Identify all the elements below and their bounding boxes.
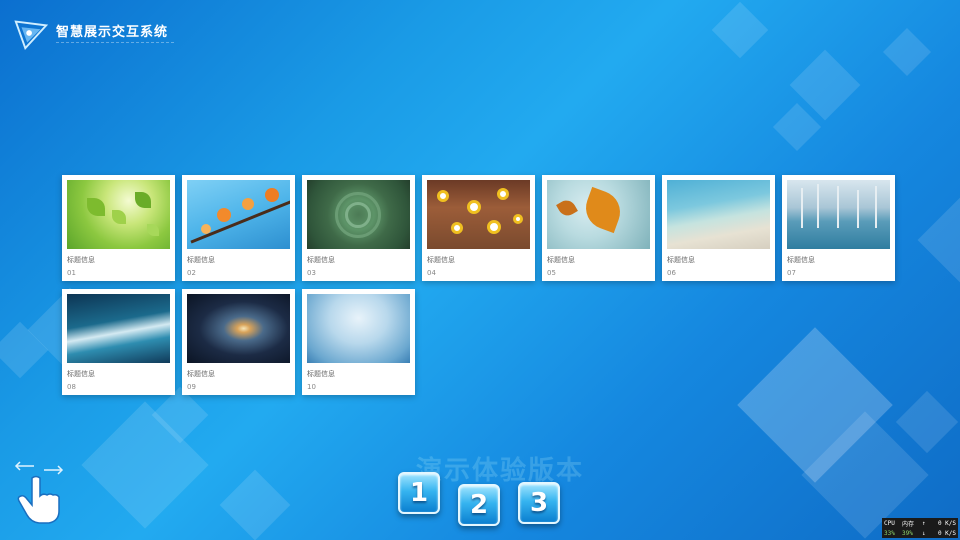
- card-number: 08: [67, 383, 76, 391]
- memory-label: 内存: [902, 520, 915, 528]
- bg-decoration: [711, 1, 769, 59]
- card-number: 01: [67, 269, 76, 277]
- thumbnail-image: [667, 180, 770, 249]
- page-button-3[interactable]: 3: [518, 482, 560, 524]
- card-number: 04: [427, 269, 436, 277]
- card-title: 标题信息: [787, 256, 815, 264]
- cpu-label: CPU: [884, 519, 895, 527]
- thumbnail-image: [307, 180, 410, 249]
- thumbnail-image: [427, 180, 530, 249]
- card-title: 标题信息: [187, 256, 215, 264]
- thumbnail-image: [67, 294, 170, 363]
- page-button-1[interactable]: 1: [398, 472, 440, 514]
- card-title: 标题信息: [67, 256, 95, 264]
- thumbnail-image: [187, 294, 290, 363]
- gallery-card-09[interactable]: 标题信息 09: [182, 289, 295, 395]
- card-number: 07: [787, 269, 796, 277]
- thumbnail-image: [307, 294, 410, 363]
- card-number: 06: [667, 269, 676, 277]
- card-title: 标题信息: [547, 256, 575, 264]
- bg-decoration: [882, 27, 932, 77]
- page-selector: 1 2 3: [398, 472, 560, 526]
- gallery-card-06[interactable]: 标题信息 06: [662, 175, 775, 281]
- gallery-card-01[interactable]: 标题信息 01: [62, 175, 175, 281]
- card-number: 10: [307, 383, 316, 391]
- memory-value: 39%: [902, 529, 913, 537]
- card-title: 标题信息: [307, 256, 335, 264]
- thumbnail-image: [787, 180, 890, 249]
- thumbnail-image: [547, 180, 650, 249]
- gallery-card-02[interactable]: 标题信息 02: [182, 175, 295, 281]
- card-title: 标题信息: [307, 370, 335, 378]
- gallery-card-03[interactable]: 标题信息 03: [302, 175, 415, 281]
- bg-decoration: [895, 390, 959, 454]
- swipe-hand-icon: [14, 461, 64, 524]
- gallery-card-07[interactable]: 标题信息 07: [782, 175, 895, 281]
- bg-decoration: [917, 197, 960, 283]
- upload-speed: 0 K/S: [937, 519, 956, 527]
- download-arrow-icon: ↓: [922, 529, 926, 537]
- cpu-value: 33%: [884, 529, 895, 537]
- image-gallery: 标题信息 01 标题信息 02 标题信息 03 标题信息 04 标题信息 05 …: [62, 175, 902, 395]
- card-title: 标题信息: [427, 256, 455, 264]
- card-number: 05: [547, 269, 556, 277]
- app-title: 智慧展示交互系统: [56, 24, 169, 40]
- download-speed: 0 K/S: [937, 529, 956, 537]
- app-subtitle-decoration: [56, 41, 174, 46]
- card-title: 标题信息: [187, 370, 215, 378]
- system-monitor: CPU 内存 ↑ 0 K/S 33% 39% ↓ 0 K/S: [882, 518, 958, 538]
- thumbnail-image: [67, 180, 170, 249]
- gallery-card-04[interactable]: 标题信息 04: [422, 175, 535, 281]
- gallery-card-08[interactable]: 标题信息 08: [62, 289, 175, 395]
- card-title: 标题信息: [67, 370, 95, 378]
- gallery-card-05[interactable]: 标题信息 05: [542, 175, 655, 281]
- thumbnail-image: [187, 180, 290, 249]
- logo-icon: [14, 20, 49, 51]
- page-button-2[interactable]: 2: [458, 484, 500, 526]
- card-number: 02: [187, 269, 196, 277]
- app-header: 智慧展示交互系统: [12, 14, 174, 52]
- card-number: 09: [187, 383, 196, 391]
- bg-decoration: [219, 469, 291, 540]
- card-number: 03: [307, 269, 316, 277]
- card-title: 标题信息: [667, 256, 695, 264]
- gallery-card-10[interactable]: 标题信息 10: [302, 289, 415, 395]
- upload-arrow-icon: ↑: [922, 519, 926, 527]
